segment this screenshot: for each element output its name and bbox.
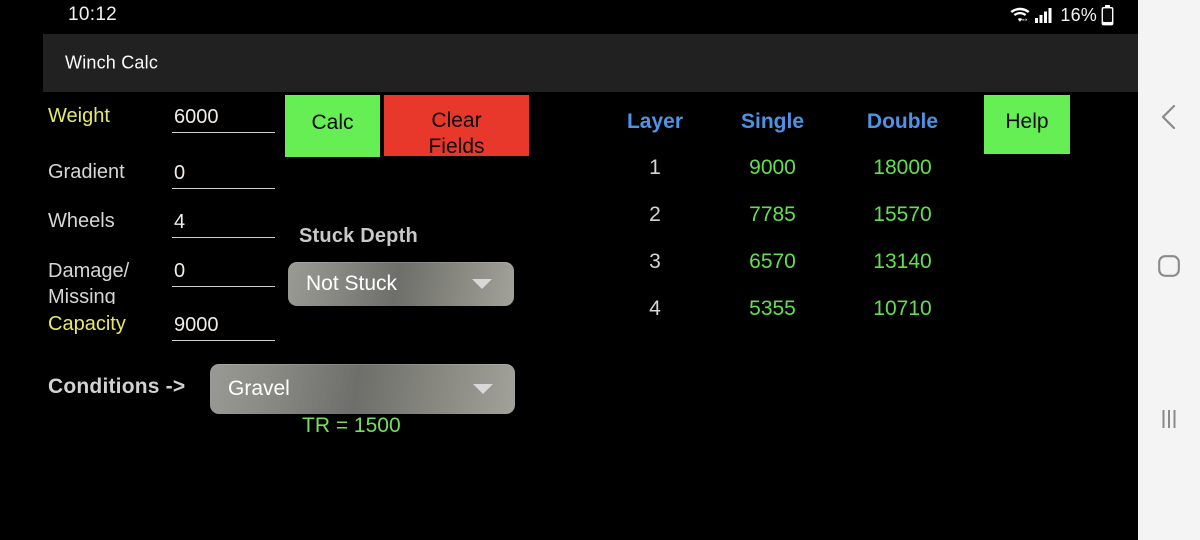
battery-percentage: 16% <box>1060 4 1097 25</box>
chevron-down-icon <box>472 279 492 289</box>
gradient-value: 0 <box>174 162 186 184</box>
cell-single: 5355 <box>749 296 796 320</box>
form-row-damage-missing: Damage/ Missing 0 <box>48 258 278 304</box>
nav-recents-button[interactable] <box>1138 390 1200 452</box>
table-row: 1 9000 18000 <box>600 144 970 191</box>
form-row-capacity: Capacity 9000 <box>48 312 278 364</box>
calc-button-label: Calc <box>311 111 354 134</box>
capacity-label: Capacity <box>48 313 126 335</box>
status-bar-icons: 16% <box>1009 3 1114 27</box>
help-button[interactable]: Help <box>984 95 1070 154</box>
cell-double: 10710 <box>873 296 932 320</box>
gradient-input[interactable]: 0 <box>172 160 275 189</box>
chevron-down-icon <box>473 384 493 394</box>
stuck-depth-selected-value: Not Stuck <box>306 272 398 295</box>
status-clock: 10:12 <box>68 4 118 25</box>
form-row-weight: Weight 6000 <box>48 104 278 156</box>
home-icon <box>1157 254 1181 283</box>
damage-missing-value: 0 <box>174 260 186 282</box>
weight-label: Weight <box>48 105 110 127</box>
wheels-underline <box>172 237 275 238</box>
gradient-underline <box>172 188 275 189</box>
tr-value: TR = 1500 <box>302 414 401 437</box>
capacity-value: 9000 <box>174 314 219 336</box>
cell-layer: 4 <box>649 296 661 320</box>
calc-button[interactable]: Calc <box>285 95 380 157</box>
form-row-gradient: Gradient 0 <box>48 160 278 212</box>
wheels-input[interactable]: 4 <box>172 209 275 238</box>
damage-missing-label: Damage/ Missing <box>48 260 130 304</box>
clear-fields-button[interactable]: Clear Fields <box>384 95 529 156</box>
clear-fields-button-label: Clear Fields <box>428 109 485 156</box>
conditions-selected-value: Gravel <box>228 377 290 400</box>
nav-back-button[interactable] <box>1138 88 1200 150</box>
battery-icon <box>1101 4 1114 26</box>
status-bar: 10:12 16% <box>0 0 1138 34</box>
damage-missing-underline <box>172 286 275 287</box>
cell-layer: 2 <box>649 202 661 226</box>
cell-double: 18000 <box>873 155 932 179</box>
cell-layer: 3 <box>649 249 661 273</box>
wheels-value: 4 <box>174 211 186 233</box>
results-table: Layer Single Double 1 9000 18000 2 7785 … <box>600 100 970 332</box>
conditions-label: Conditions -> <box>48 375 186 398</box>
cellular-signal-icon <box>1035 5 1053 25</box>
column-header-single: Single <box>740 110 804 133</box>
table-header-row: Layer Single Double <box>600 100 970 144</box>
cell-double: 15570 <box>873 202 932 226</box>
wheels-label: Wheels <box>48 210 115 232</box>
table-row: 2 7785 15570 <box>600 191 970 238</box>
help-button-label: Help <box>1005 110 1049 133</box>
cell-single: 7785 <box>749 202 796 226</box>
page-title: Winch Calc <box>65 52 159 73</box>
app-content: Weight 6000 Gradient 0 Wheels 4 Damage/ … <box>0 92 1138 540</box>
capacity-input[interactable]: 9000 <box>172 312 275 341</box>
nav-home-button[interactable] <box>1138 237 1200 299</box>
conditions-dropdown[interactable]: Gravel <box>210 364 515 414</box>
column-header-double: Double <box>866 110 939 133</box>
stuck-depth-dropdown[interactable]: Not Stuck <box>288 262 514 306</box>
capacity-underline <box>172 340 275 341</box>
cell-double: 13140 <box>873 249 932 273</box>
weight-value: 6000 <box>174 106 219 128</box>
app-title-bar: Winch Calc <box>43 34 1138 92</box>
back-icon <box>1158 102 1180 137</box>
column-header-layer: Layer <box>626 110 684 133</box>
gradient-label: Gradient <box>48 161 125 183</box>
damage-missing-input[interactable]: 0 <box>172 258 275 287</box>
stuck-depth-label: Stuck Depth <box>299 225 418 247</box>
device-screen: 10:12 16% Winch Calc Weight 6000 Gradien… <box>0 0 1200 540</box>
cell-single: 6570 <box>749 249 796 273</box>
weight-underline <box>172 132 275 133</box>
form-row-wheels: Wheels 4 <box>48 209 278 261</box>
table-row: 4 5355 10710 <box>600 285 970 332</box>
wifi-icon <box>1009 5 1031 25</box>
weight-input[interactable]: 6000 <box>172 104 275 133</box>
table-row: 3 6570 13140 <box>600 238 970 285</box>
system-navigation-bar <box>1138 0 1200 540</box>
recents-icon <box>1159 408 1179 435</box>
cell-single: 9000 <box>749 155 796 179</box>
cell-layer: 1 <box>649 155 661 179</box>
